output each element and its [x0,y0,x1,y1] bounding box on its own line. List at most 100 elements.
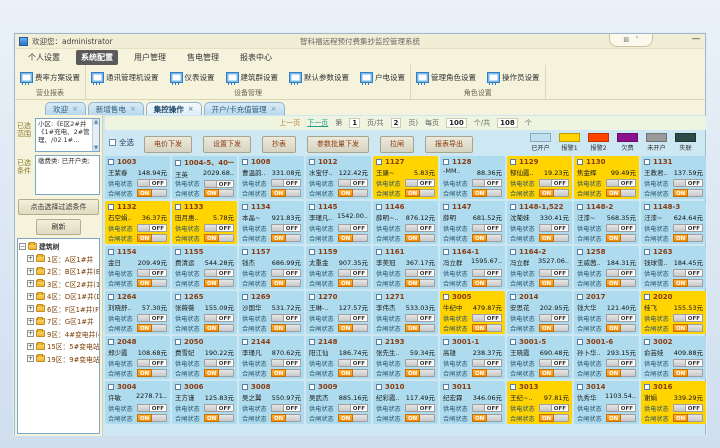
supply-off-button[interactable]: OFF [618,404,636,412]
switch-on-button[interactable]: ON [673,369,688,377]
supply-toggle[interactable]: OFF [137,314,167,322]
switch-on-button[interactable]: ON [673,189,688,197]
switch-on-button[interactable]: ON [338,279,353,287]
switch-toggle[interactable]: ON [204,279,234,287]
switch-on-button[interactable]: ON [204,324,219,332]
meter-checkbox[interactable] [309,204,315,210]
supply-toggle[interactable]: OFF [271,269,301,277]
switch-toggle[interactable]: ON [137,279,167,287]
supply-toggle[interactable]: OFF [539,269,569,277]
supply-off-button[interactable]: OFF [283,359,301,367]
supply-toggle[interactable]: OFF [405,224,435,232]
minimize-button[interactable]: — [691,36,701,45]
switch-on-button[interactable]: ON [472,279,487,287]
meter-checkbox[interactable] [510,204,516,210]
meter-checkbox[interactable] [376,159,382,165]
toolbar-button-抄表[interactable]: 抄表 [262,136,296,153]
supply-toggle[interactable]: OFF [137,224,167,232]
switch-toggle[interactable]: ON [673,324,703,332]
tree-item[interactable]: +4区：D区1#井(D区… [27,291,98,301]
supply-toggle[interactable]: OFF [204,180,234,188]
chevron-down-icon[interactable]: ˅ [635,36,639,44]
supply-toggle[interactable]: OFF [539,224,569,232]
supply-off-button[interactable]: OFF [685,179,703,187]
switch-toggle[interactable]: ON [338,414,368,422]
switch-on-button[interactable]: ON [204,234,219,242]
supply-toggle[interactable]: OFF [271,179,301,187]
meter-checkbox[interactable] [376,384,382,390]
supply-off-button[interactable]: OFF [551,224,569,232]
switch-toggle[interactable]: ON [472,324,502,332]
meter-checkbox[interactable] [309,339,315,345]
meter-checkbox[interactable] [577,159,583,165]
supply-toggle[interactable]: OFF [673,224,703,232]
supply-off-button[interactable]: OFF [618,359,636,367]
switch-on-button[interactable]: ON [606,414,621,422]
supply-toggle[interactable]: OFF [673,404,703,412]
supply-off-button[interactable]: OFF [350,269,368,277]
switch-toggle[interactable]: ON [405,189,435,197]
switch-on-button[interactable]: ON [338,369,353,377]
supply-toggle[interactable]: OFF [137,179,167,187]
supply-off-button[interactable]: OFF [417,269,435,277]
supply-off-button[interactable]: OFF [484,404,502,412]
meter-checkbox[interactable] [242,159,248,165]
supply-toggle[interactable]: OFF [204,224,234,232]
switch-toggle[interactable]: ON [137,369,167,377]
supply-off-button[interactable]: OFF [283,224,301,232]
supply-toggle[interactable]: OFF [204,269,234,277]
switch-toggle[interactable]: ON [472,234,502,242]
switch-toggle[interactable]: ON [539,369,569,377]
meter-checkbox[interactable] [577,339,583,345]
choose-filter-button[interactable]: 点击选择过滤条件 [18,199,99,215]
meter-checkbox[interactable] [510,159,516,165]
switch-on-button[interactable]: ON [673,324,688,332]
switch-on-button[interactable]: ON [539,324,554,332]
meter-checkbox[interactable] [577,294,583,300]
switch-toggle[interactable]: ON [539,324,569,332]
meter-checkbox[interactable] [309,384,315,390]
meter-checkbox[interactable] [577,249,583,255]
meter-checkbox[interactable] [175,294,181,300]
supply-toggle[interactable]: OFF [539,179,569,187]
switch-toggle[interactable]: ON [405,279,435,287]
switch-toggle[interactable]: ON [271,324,301,332]
supply-off-button[interactable]: OFF [350,359,368,367]
toolbar-button-设置下发[interactable]: 设置下发 [203,136,251,153]
select-all-checkbox[interactable] [109,139,116,146]
switch-toggle[interactable]: ON [606,414,636,422]
ribbon-button-建筑群设置[interactable]: 建筑群设置 [224,71,281,84]
supply-off-button[interactable]: OFF [618,224,636,232]
switch-on-button[interactable]: ON [539,189,554,197]
ribbon-button-管理角色设置[interactable]: 管理角色设置 [414,71,478,84]
meter-checkbox[interactable] [510,294,516,300]
meter-checkbox[interactable] [644,339,650,345]
meter-checkbox[interactable] [443,159,449,165]
switch-on-button[interactable]: ON [606,234,621,242]
switch-on-button[interactable]: ON [137,324,152,332]
supply-off-button[interactable]: OFF [551,404,569,412]
meter-checkbox[interactable] [443,384,449,390]
supply-toggle[interactable]: OFF [271,359,301,367]
supply-toggle[interactable]: OFF [137,359,167,367]
switch-toggle[interactable]: ON [539,189,569,197]
switch-toggle[interactable]: ON [271,414,301,422]
switch-on-button[interactable]: ON [204,189,219,197]
meter-checkbox[interactable] [242,339,248,345]
switch-toggle[interactable]: ON [137,189,167,197]
supply-off-button[interactable]: OFF [417,404,435,412]
tab-新增售电[interactable]: 新增售电× [88,102,144,115]
tab-开户/卡充值管理[interactable]: 开户/卡充值管理× [204,102,285,115]
meter-checkbox[interactable] [175,204,181,210]
switch-on-button[interactable]: ON [405,369,420,377]
meter-checkbox[interactable] [108,339,114,345]
switch-on-button[interactable]: ON [338,414,353,422]
tree-item[interactable]: +1区：A区1#井 [27,254,98,264]
supply-toggle[interactable]: OFF [338,359,368,367]
supply-toggle[interactable]: OFF [539,359,569,367]
supply-off-button[interactable]: OFF [216,224,234,232]
supply-toggle[interactable]: OFF [472,224,502,232]
switch-on-button[interactable]: ON [405,414,420,422]
tree-item[interactable]: +3区：C区2#井(1#… [27,279,98,289]
switch-on-button[interactable]: ON [405,234,420,242]
